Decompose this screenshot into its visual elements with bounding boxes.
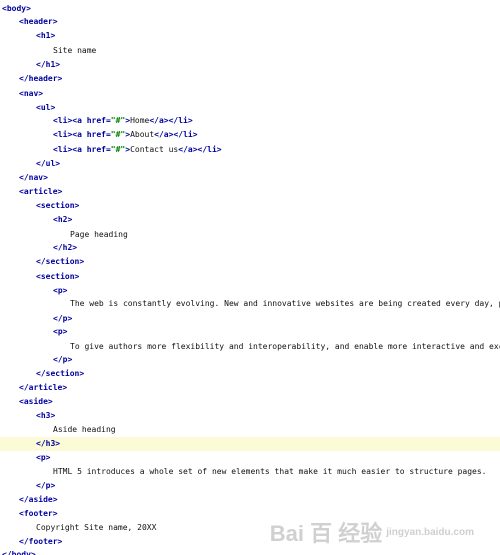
code-line[interactable]: <section> — [0, 270, 500, 284]
code-line[interactable]: <h3> — [0, 409, 500, 423]
code-text: To give authors more flexibility and int… — [70, 342, 500, 351]
code-tag: </li> — [173, 130, 198, 139]
code-tag: </h1> — [36, 60, 61, 69]
code-tag: <h2> — [53, 215, 73, 224]
code-line[interactable]: <li><a href="#">Contact us</a></li> — [0, 143, 500, 157]
code-attr-value: "#" — [110, 145, 126, 154]
code-line[interactable]: </body> — [0, 548, 500, 555]
code-line[interactable]: </p> — [0, 479, 500, 493]
code-line[interactable]: <p> — [0, 451, 500, 465]
code-line[interactable]: </article> — [0, 381, 500, 395]
code-line[interactable]: <body> — [0, 2, 500, 16]
code-line[interactable]: <aside> — [0, 395, 500, 409]
code-line[interactable]: <h2> — [0, 213, 500, 227]
code-tag: </p> — [53, 355, 73, 364]
code-tag: <p> — [53, 286, 68, 295]
code-tag: </section> — [36, 369, 85, 378]
code-tag: </nav> — [19, 173, 48, 182]
code-tag: <section> — [36, 272, 80, 281]
code-line[interactable]: </h3> — [0, 437, 500, 451]
code-tag: </p> — [36, 481, 56, 490]
code-tag: <a href= — [72, 116, 111, 125]
code-tag: </a> — [154, 130, 174, 139]
code-line[interactable]: The web is constantly evolving. New and … — [0, 297, 500, 311]
code-text: The web is constantly evolving. New and … — [70, 299, 500, 308]
code-tag: <p> — [36, 453, 51, 462]
watermark-subtext: jingyan.baidu.com — [386, 526, 474, 538]
code-tag: <a href= — [72, 130, 111, 139]
code-line[interactable]: </p> — [0, 353, 500, 367]
code-text: Site name — [53, 46, 97, 55]
code-line[interactable]: <li><a href="#">Home</a></li> — [0, 114, 500, 128]
code-line[interactable]: </ul> — [0, 157, 500, 171]
code-tag: <li> — [53, 145, 73, 154]
code-line[interactable]: <ul> — [0, 101, 500, 115]
code-text: Contact us — [130, 145, 179, 154]
code-tag: </section> — [36, 257, 85, 266]
code-tag: </a> — [178, 145, 198, 154]
code-line[interactable]: </aside> — [0, 493, 500, 507]
code-tag: </h2> — [53, 243, 78, 252]
code-line[interactable]: <p> — [0, 325, 500, 339]
code-tag: <aside> — [19, 397, 53, 406]
code-line[interactable]: Page heading — [0, 228, 500, 242]
code-text: Home — [130, 116, 150, 125]
code-tag: </li> — [197, 145, 222, 154]
code-tag: </ul> — [36, 159, 61, 168]
baidu-watermark: Bai 百 经验 jingyan.baidu.com — [269, 519, 474, 546]
code-text: Copyright Site name, 20XX — [36, 523, 157, 532]
code-tag: <li> — [53, 116, 73, 125]
code-text: HTML 5 introduces a whole set of new ele… — [53, 467, 487, 476]
code-tag: <header> — [19, 17, 58, 26]
code-line[interactable]: <nav> — [0, 87, 500, 101]
code-line[interactable]: <article> — [0, 185, 500, 199]
code-tag: </li> — [168, 116, 193, 125]
code-line[interactable]: </h1> — [0, 58, 500, 72]
code-line[interactable]: </nav> — [0, 171, 500, 185]
code-attr-value: "#" — [110, 116, 126, 125]
code-tag: <section> — [36, 201, 80, 210]
code-tag: <ul> — [36, 103, 56, 112]
code-tag: </h3> — [36, 439, 61, 448]
code-tag: </header> — [19, 74, 63, 83]
code-tag: <nav> — [19, 89, 44, 98]
code-tag: <li> — [53, 130, 73, 139]
code-tag: </footer> — [19, 537, 63, 546]
code-tag: <a href= — [72, 145, 111, 154]
code-line[interactable]: Aside heading — [0, 423, 500, 437]
code-text: About — [130, 130, 155, 139]
code-tag: <h3> — [36, 411, 56, 420]
code-line[interactable]: HTML 5 introduces a whole set of new ele… — [0, 465, 500, 479]
code-tag: <footer> — [19, 509, 58, 518]
code-tag: </body> — [2, 550, 36, 555]
code-line[interactable]: <li><a href="#">About</a></li> — [0, 128, 500, 142]
code-tag: </article> — [19, 383, 68, 392]
code-tag: <body> — [2, 4, 31, 13]
code-tag: <p> — [53, 327, 68, 336]
code-tag: </p> — [53, 314, 73, 323]
code-line[interactable]: </p> — [0, 312, 500, 326]
code-tag: </a> — [149, 116, 169, 125]
code-text: Aside heading — [53, 425, 116, 434]
code-line[interactable]: <header> — [0, 15, 500, 29]
code-line[interactable]: </section> — [0, 255, 500, 269]
code-line[interactable]: <h1> — [0, 29, 500, 43]
code-line[interactable]: </h2> — [0, 241, 500, 255]
code-tag: <article> — [19, 187, 63, 196]
code-line[interactable]: <p> — [0, 284, 500, 298]
code-line[interactable]: To give authors more flexibility and int… — [0, 340, 500, 354]
code-tag: </aside> — [19, 495, 58, 504]
code-line[interactable]: <section> — [0, 199, 500, 213]
code-editor[interactable]: <body> <header> <h1> Site name </h1> </header… — [0, 0, 500, 555]
watermark-text: Bai 百 经验 — [269, 521, 383, 546]
code-text: Page heading — [70, 230, 128, 239]
code-tag: <h1> — [36, 31, 56, 40]
code-line[interactable]: </section> — [0, 367, 500, 381]
code-line[interactable]: Site name — [0, 44, 500, 58]
code-line[interactable]: </header> — [0, 72, 500, 86]
code-attr-value: "#" — [110, 130, 126, 139]
